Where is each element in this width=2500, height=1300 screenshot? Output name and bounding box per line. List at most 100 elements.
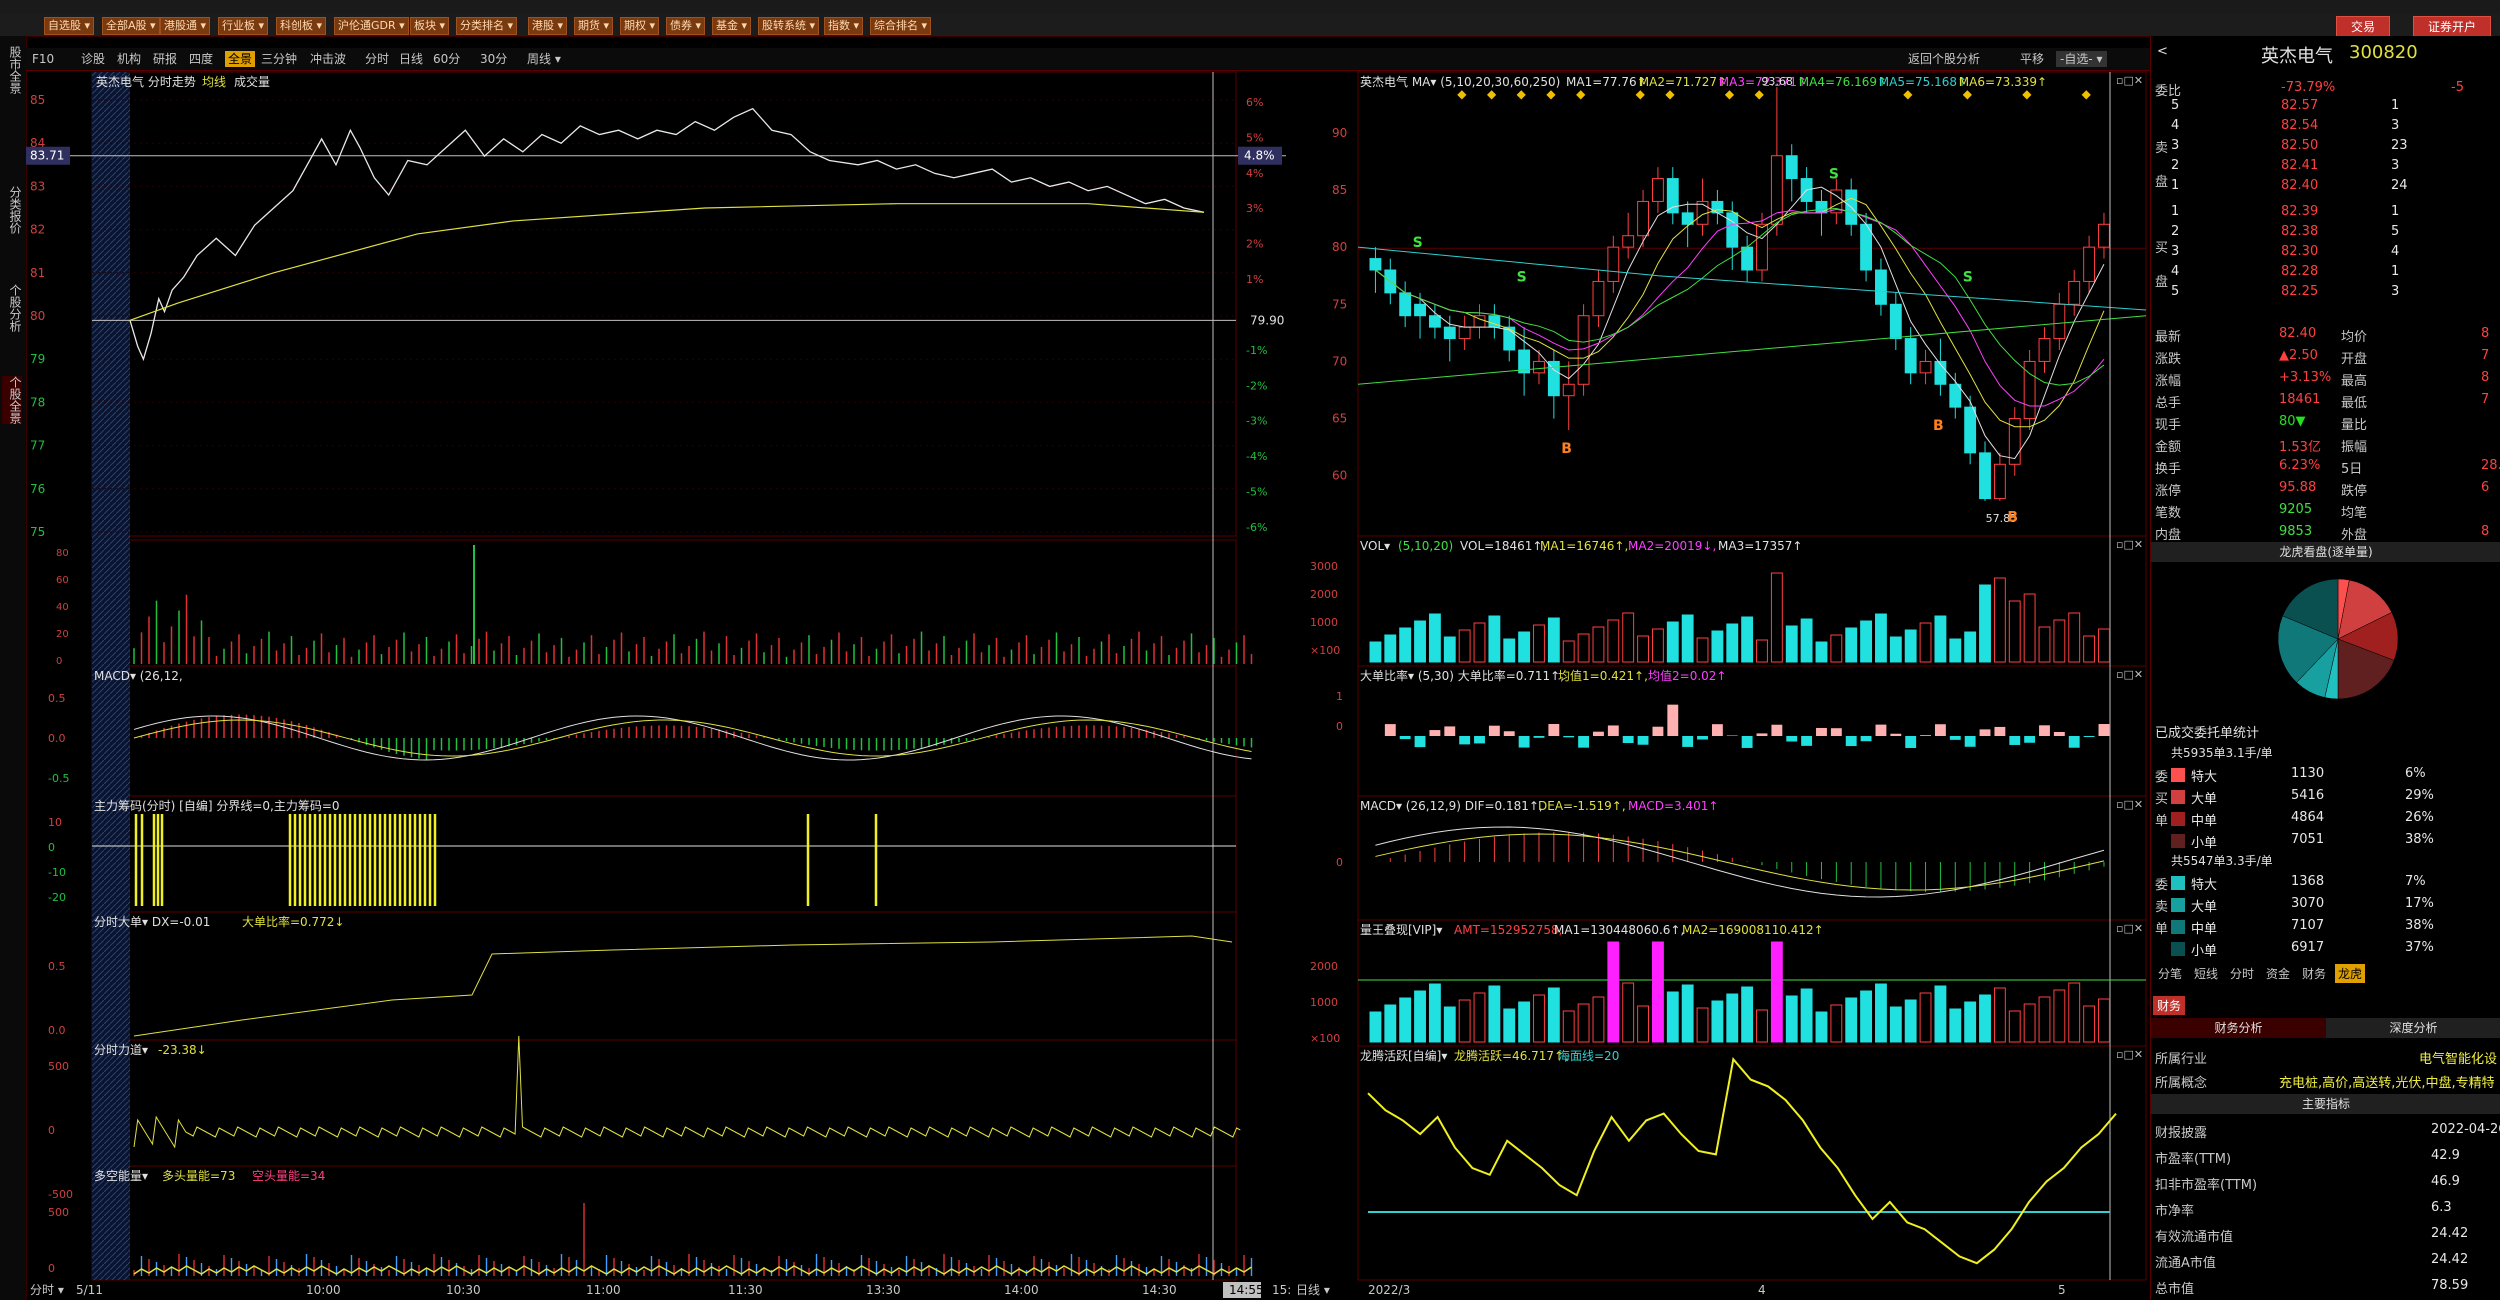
legend-avg: 均线	[202, 75, 226, 89]
candle-body	[1607, 246, 1620, 282]
sell-side-label: 卖盘	[2155, 141, 2169, 190]
panel-controls[interactable]: ▫□✕	[2116, 668, 2143, 681]
panel-controls[interactable]: ▫□✕	[2116, 798, 2143, 811]
candle-body	[1726, 212, 1739, 248]
mainforce-tick: -20	[48, 891, 66, 904]
sell-row-val: 7107	[2291, 918, 2325, 933]
dd-bar	[1503, 731, 1515, 736]
bottom-tab-5[interactable]: 龙虎	[2335, 964, 2366, 983]
subtab-5[interactable]: 全景	[225, 51, 256, 67]
lw-ma1: MA1=130448060.6↑,	[1554, 923, 1684, 937]
bottom-tab-1[interactable]: 短线	[2191, 964, 2221, 983]
menu-item-5[interactable]: 沪伦通GDR ▾	[334, 17, 409, 35]
kvol-bar	[1800, 618, 1813, 663]
dd-bar	[1756, 733, 1768, 736]
dd-bar	[1533, 736, 1545, 738]
signal-diamond: ◆	[2082, 87, 2092, 101]
menu-item-2[interactable]: 港股通 ▾	[160, 17, 211, 35]
menu-item-8[interactable]: 港股 ▾	[528, 17, 568, 35]
menu-item-3[interactable]: 行业板 ▾	[218, 17, 269, 35]
fin-tab-analysis[interactable]: 财务分析	[2151, 1018, 2326, 1038]
signal-diamond: ◆	[1963, 87, 1973, 101]
menu-item-12[interactable]: 基金 ▾	[712, 17, 752, 35]
kvol-bar	[1934, 615, 1947, 663]
lw-bar	[1651, 941, 1664, 1043]
menu-item-13[interactable]: 股转系统 ▾	[758, 17, 820, 35]
menu-item-10[interactable]: 期权 ▾	[620, 17, 660, 35]
kvol-bar	[2098, 628, 2110, 663]
menu-item-4[interactable]: 科创板 ▾	[276, 17, 327, 35]
period-tab-1[interactable]: 日线	[399, 51, 423, 67]
lw-bar	[2023, 1003, 2036, 1043]
period-tab-3[interactable]: 30分	[480, 51, 507, 67]
sell-row-label: 特大	[2191, 878, 2218, 893]
period-tab-4[interactable]: 周线 ▾	[527, 51, 561, 67]
menu-item-15[interactable]: 综合排名 ▾	[870, 17, 932, 35]
candle-body	[1592, 280, 1605, 317]
subtab-1[interactable]: 诊股	[81, 51, 105, 67]
lw-bar	[1711, 1000, 1724, 1043]
ask-vol: 3	[2391, 158, 2400, 173]
dd-bar	[2068, 736, 2080, 748]
bottom-tab-3[interactable]: 资金	[2263, 964, 2293, 983]
menu-item-1[interactable]: 全部A股 ▾	[102, 17, 160, 35]
lw-bar	[1547, 987, 1560, 1043]
dd-bar	[1949, 736, 1961, 740]
bottom-tab-0[interactable]: 分笔	[2155, 964, 2185, 983]
subtab-3[interactable]: 研报	[153, 51, 177, 67]
subtab-2[interactable]: 机构	[117, 51, 141, 67]
dd-bar	[1890, 733, 1902, 736]
panel-controls[interactable]: ▫□✕	[2116, 922, 2143, 935]
lw-bar	[1875, 983, 1887, 1043]
open-account-button[interactable]: 证券开户	[2413, 16, 2492, 38]
bottom-tab-2[interactable]: 分时	[2227, 964, 2257, 983]
sell-row-val: 6917	[2291, 940, 2325, 955]
panel-controls[interactable]: ▫□✕	[2116, 74, 2143, 87]
kvol-bar	[1473, 622, 1486, 663]
back-to-analysis-link[interactable]: 返回个股分析	[1908, 51, 1980, 67]
fin-tab-deep[interactable]: 深度分析	[2326, 1018, 2500, 1038]
dd-bar	[1845, 736, 1857, 747]
watchlist-select[interactable]: -自选- ▾	[2056, 51, 2107, 67]
dd-bar	[1488, 725, 1500, 736]
quote-back-arrow[interactable]: <	[2157, 44, 2168, 59]
finance-tab[interactable]: 财务	[2153, 996, 2186, 1015]
buy-row-pct: 26%	[2405, 810, 2434, 825]
period-tab-2[interactable]: 60分	[433, 51, 460, 67]
menu-item-9[interactable]: 期货 ▾	[574, 17, 614, 35]
period-tab-0[interactable]: 分时	[365, 51, 389, 67]
menu-item-14[interactable]: 指数 ▾	[824, 17, 864, 35]
stat-value: 82.40	[2279, 326, 2317, 341]
dd-bar	[1830, 728, 1842, 736]
power-short: 空头量能=34	[252, 1169, 325, 1183]
kvol-bar	[1741, 616, 1754, 663]
subtab-4[interactable]: 四度	[189, 51, 213, 67]
menu-item-11[interactable]: 债券 ▾	[666, 17, 706, 35]
tab-market-overview[interactable]: 股市全景	[2, 46, 22, 94]
menu-item-6[interactable]: 板块 ▾	[410, 17, 450, 35]
lw-bar	[1488, 985, 1501, 1043]
trade-button[interactable]: 交易	[2336, 16, 2391, 38]
stat-label: 均价	[2341, 330, 2368, 345]
subtab-6[interactable]: 三分钟	[261, 51, 297, 67]
menu-item-7[interactable]: 分类排名 ▾	[456, 17, 518, 35]
tab-stock-analysis[interactable]: 个股分析	[2, 284, 22, 332]
bid-vol: 1	[2391, 204, 2400, 219]
mainforce-tick: 10	[48, 816, 62, 829]
panel-controls[interactable]: ▫□✕	[2116, 1048, 2143, 1061]
menu-item-0[interactable]: 自选股 ▾	[44, 17, 95, 35]
kvol-bar	[1756, 639, 1768, 663]
bid-price: 82.30	[2281, 244, 2319, 259]
bottom-tab-4[interactable]: 财务	[2299, 964, 2329, 983]
webi-value: -73.79%	[2281, 80, 2336, 95]
subtab-7[interactable]: 冲击波	[310, 51, 346, 67]
panel-controls[interactable]: ▫□✕	[2116, 538, 2143, 551]
subtab-0[interactable]: F10	[32, 51, 54, 67]
pct-tick: 5%	[1246, 131, 1263, 144]
kvol-bar	[1518, 631, 1531, 663]
avg-line	[129, 203, 1205, 321]
pan-button[interactable]: 平移	[2020, 51, 2044, 67]
tab-category-quotes[interactable]: 分类报价	[2, 186, 22, 234]
lw-bar	[1443, 1006, 1456, 1043]
tab-stock-panorama[interactable]: 个股全景	[2, 376, 22, 424]
